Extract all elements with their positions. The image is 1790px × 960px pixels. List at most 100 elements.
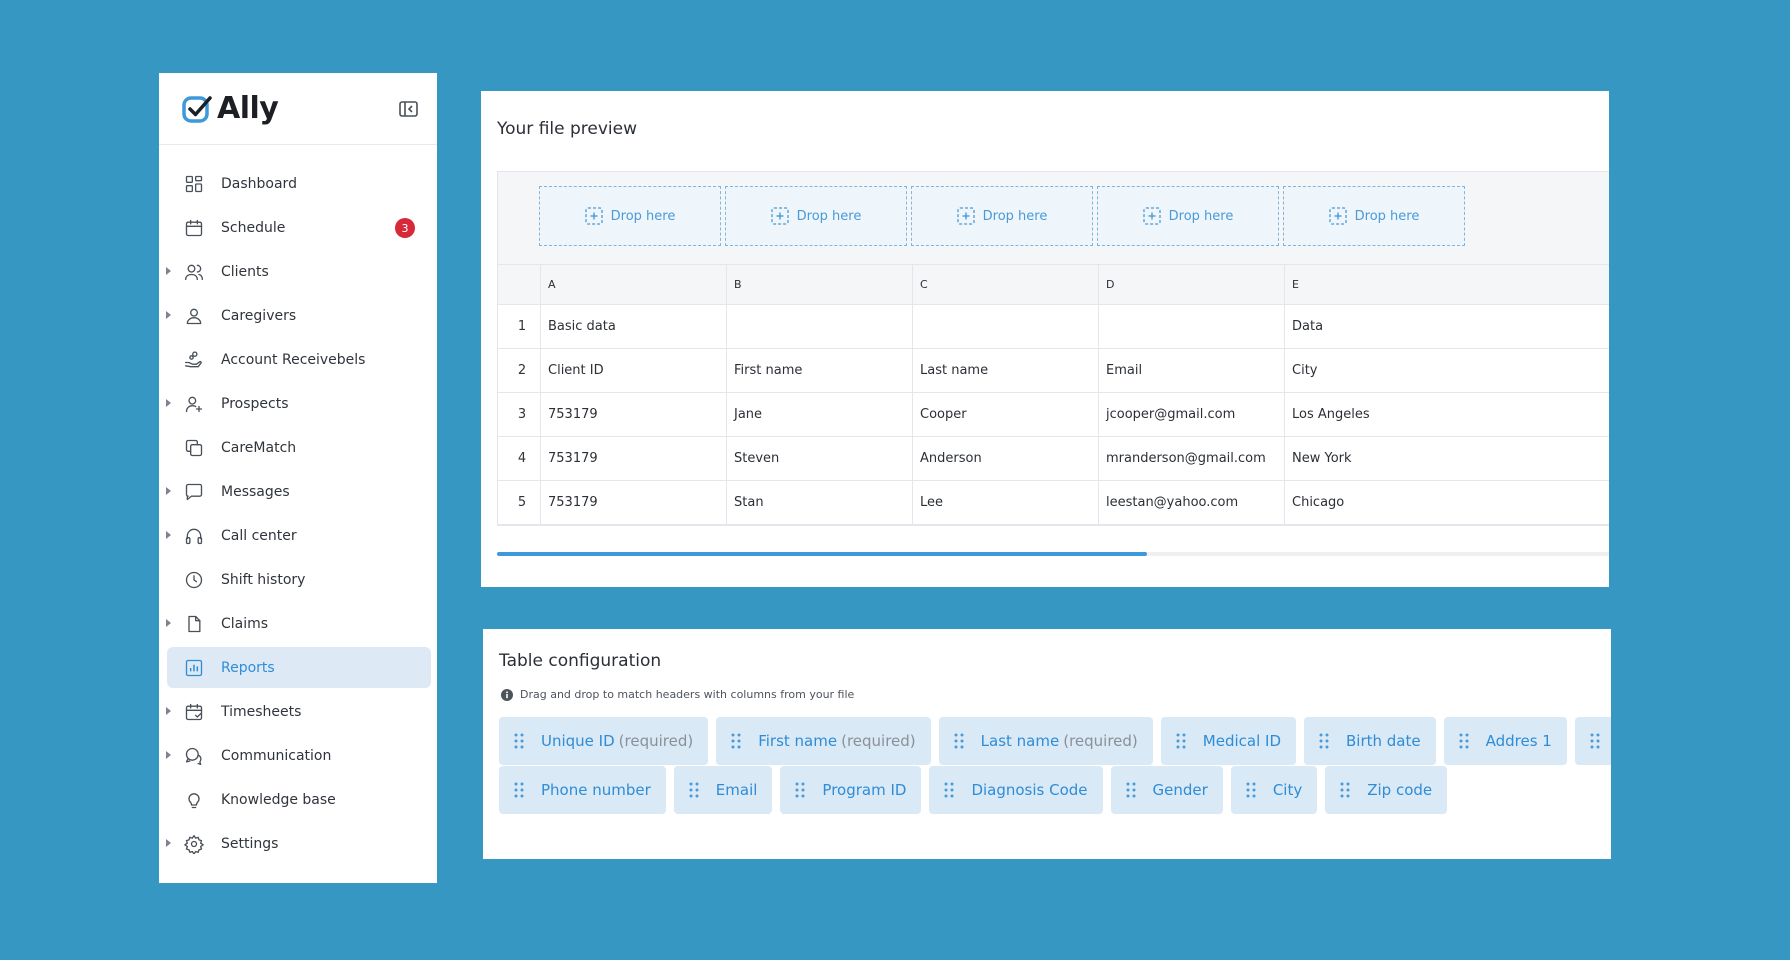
sidebar-item-label: Caregivers <box>221 307 297 324</box>
table-cell: Chicago <box>1284 481 1470 524</box>
drag-handle-icon[interactable] <box>1245 781 1257 799</box>
sidebar-item-messages[interactable]: Messages <box>166 471 431 512</box>
drag-handle-icon[interactable] <box>513 781 525 799</box>
field-chip-program-id[interactable]: Program ID <box>780 766 922 814</box>
field-chip-city[interactable]: City <box>1230 766 1318 814</box>
required-tag: (required) <box>1063 732 1138 750</box>
expand-caret-icon[interactable] <box>166 707 171 715</box>
sidebar-item-account-receivebels[interactable]: Account Receivebels <box>167 339 431 380</box>
table-cell: mranderson@gmail.com <box>1098 437 1284 480</box>
drag-handle-icon[interactable] <box>1339 781 1351 799</box>
column-header-b: B <box>726 265 912 304</box>
sidebar-item-call-center[interactable]: Call center <box>166 515 431 556</box>
sidebar-item-label: Communication <box>221 747 332 764</box>
table-cell: Client ID <box>540 349 726 392</box>
sidebar-item-communication[interactable]: Communication <box>166 735 431 776</box>
chip-label: Last name <box>980 732 1060 750</box>
drag-handle-icon[interactable] <box>513 732 525 750</box>
collapse-sidebar-button[interactable] <box>397 98 419 120</box>
table-cell: 753179 <box>540 481 726 524</box>
expand-caret-icon[interactable] <box>166 487 171 495</box>
field-chip-medical-id[interactable]: Medical ID <box>1160 717 1296 765</box>
column-header-c: C <box>912 265 1098 304</box>
logo[interactable]: Ally <box>181 91 279 126</box>
horizontal-scrollbar[interactable] <box>497 552 1609 556</box>
table-cell: leestan@yahoo.com <box>1098 481 1284 524</box>
sidebar-item-knowledge-base[interactable]: Knowledge base <box>167 779 431 820</box>
sidebar-item-carematch[interactable]: CareMatch <box>167 427 431 468</box>
drag-handle-icon[interactable] <box>943 781 955 799</box>
expand-caret-icon[interactable] <box>166 399 171 407</box>
bulb-icon <box>183 789 205 811</box>
expand-caret-icon[interactable] <box>166 751 171 759</box>
drag-handle-icon[interactable] <box>1318 732 1330 750</box>
field-chip-phone-number[interactable]: Phone number <box>499 766 666 814</box>
field-chip-diagnosis-code[interactable]: Diagnosis Code <box>929 766 1103 814</box>
drag-handle-icon[interactable] <box>1125 781 1137 799</box>
sidebar-item-schedule[interactable]: Schedule 3 <box>167 207 431 248</box>
message-icon <box>183 481 205 503</box>
drag-handle-icon[interactable] <box>1175 732 1187 750</box>
drop-zone-e[interactable]: Drop here <box>1283 186 1465 246</box>
add-square-icon <box>956 207 975 225</box>
table-row: 3 753179 Jane Cooper jcooper@gmail.com Los An… <box>498 393 1609 437</box>
scrollbar-thumb[interactable] <box>497 552 1147 556</box>
sidebar-item-label: Shift history <box>221 571 306 588</box>
drop-row: Drop here Drop here Drop here Drop here … <box>498 172 1609 265</box>
table-cell: Lee <box>912 481 1098 524</box>
calendar-check-icon <box>183 701 205 723</box>
drag-handle-icon[interactable] <box>730 732 742 750</box>
drag-handle-icon[interactable] <box>794 781 806 799</box>
drag-handle-icon[interactable] <box>1589 732 1601 750</box>
chip-label: Gender <box>1152 781 1208 799</box>
sidebar-item-shift-history[interactable]: Shift history <box>167 559 431 600</box>
expand-caret-icon[interactable] <box>166 311 171 319</box>
sidebar-item-settings[interactable]: Settings <box>166 823 431 864</box>
field-chip-gender[interactable]: Gender <box>1110 766 1223 814</box>
sidebar-item-clients[interactable]: Clients <box>166 251 431 292</box>
field-chip-addres-1[interactable]: Addres 1 <box>1443 717 1567 765</box>
sidebar-item-reports[interactable]: Reports <box>167 647 431 688</box>
table-cell: First name <box>726 349 912 392</box>
required-tag: (required) <box>841 732 916 750</box>
sidebar-item-timesheets[interactable]: Timesheets <box>166 691 431 732</box>
sidebar-collapse-icon <box>398 100 418 117</box>
field-chip-unique-id[interactable]: Unique ID (required) <box>499 717 709 765</box>
expand-caret-icon[interactable] <box>166 531 171 539</box>
expand-caret-icon[interactable] <box>166 267 171 275</box>
field-chip-zip-code[interactable]: Zip code <box>1325 766 1448 814</box>
drop-zone-a[interactable]: Drop here <box>539 186 721 246</box>
sidebar-item-label: Settings <box>221 835 279 852</box>
field-chip-last-name[interactable]: Last name (required) <box>938 717 1153 765</box>
preview-title: Your file preview <box>497 119 638 139</box>
sidebar-item-claims[interactable]: Claims <box>166 603 431 644</box>
column-header-row: ABCDE <box>498 265 1609 305</box>
field-chip-first-name[interactable]: First name (required) <box>716 717 931 765</box>
drag-handle-icon[interactable] <box>953 732 965 750</box>
sidebar-item-dashboard[interactable]: Dashboard <box>167 163 431 204</box>
drop-zone-d[interactable]: Drop here <box>1097 186 1279 246</box>
table-cell: Jane <box>726 393 912 436</box>
table-cell: Last name <box>912 349 1098 392</box>
table-cell: Cooper <box>912 393 1098 436</box>
chip-label: Phone number <box>541 781 651 799</box>
table-cell: Email <box>1098 349 1284 392</box>
drag-handle-icon[interactable] <box>688 781 700 799</box>
drag-handle-icon[interactable] <box>1458 732 1470 750</box>
sidebar-item-caregivers[interactable]: Caregivers <box>166 295 431 336</box>
sidebar-item-label: Clients <box>221 263 269 280</box>
copy-icon <box>183 437 205 459</box>
field-chip-email[interactable]: Email <box>673 766 773 814</box>
info-icon <box>501 688 513 701</box>
drop-zone-c[interactable]: Drop here <box>911 186 1093 246</box>
add-square-icon <box>584 207 603 225</box>
users-icon <box>183 261 205 283</box>
sidebar-item-prospects[interactable]: Prospects <box>166 383 431 424</box>
field-chip-addres-2[interactable]: Addres 2 <box>1574 717 1611 765</box>
expand-caret-icon[interactable] <box>166 839 171 847</box>
chip-label: Zip code <box>1367 781 1433 799</box>
chart-icon <box>183 657 205 679</box>
drop-zone-b[interactable]: Drop here <box>725 186 907 246</box>
field-chip-birth-date[interactable]: Birth date <box>1304 717 1436 765</box>
expand-caret-icon[interactable] <box>166 619 171 627</box>
